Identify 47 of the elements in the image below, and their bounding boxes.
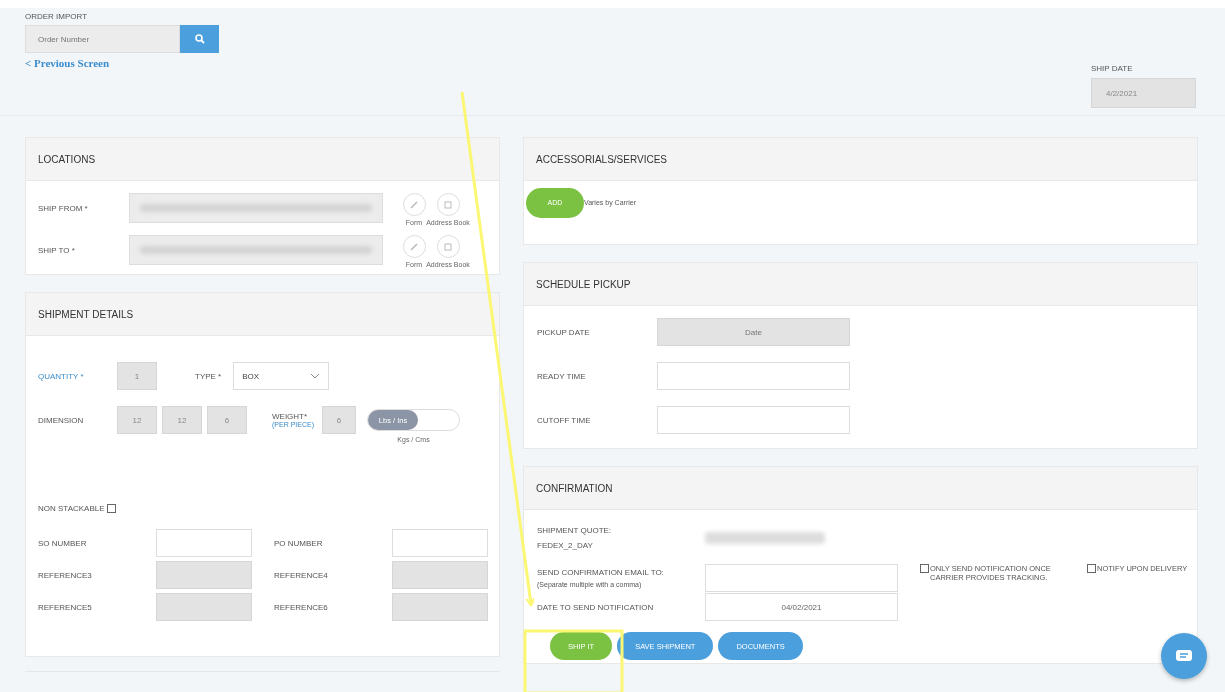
email-field[interactable] [705,564,898,592]
field-label: REFERENCE6 [274,602,329,612]
search-button[interactable] [180,25,219,53]
previous-screen-link[interactable]: < Previous Screen [25,57,219,69]
field-label: DATE TO SEND NOTIFICATION [537,602,655,612]
field-label: PICKUP DATE [537,327,591,337]
order-number-field[interactable]: Order Number [25,25,180,53]
checkbox[interactable] [920,564,929,573]
search-icon [194,34,205,44]
field-label: TYPE * [195,371,222,381]
reference-field[interactable] [156,529,252,557]
address-field[interactable] [129,235,383,265]
pickup-field[interactable] [657,362,850,390]
section-title: SCHEDULE PICKUP [536,278,631,290]
pickup-field[interactable] [657,406,850,434]
checkbox[interactable] [1087,564,1096,573]
field-label: SO NUMBER [38,538,88,548]
ship-date-field[interactable]: 4/2/2021 [1091,78,1196,108]
field-label: REFERENCE4 [274,570,329,580]
address-field[interactable] [129,193,383,223]
field-label: SHIP DATE [1091,64,1134,73]
chat-icon [1175,649,1193,663]
field-label: SHIP FROM * [38,204,89,213]
field-label: PO NUMBER [274,538,324,548]
field-label: QUANTITY * [38,371,85,381]
field-label: WEIGHT* [272,412,309,421]
type-dropdown[interactable]: BOX [233,362,330,390]
section-title: ACCESSORIALS/SERVICES [536,153,667,165]
field-label: CUTOFF TIME [537,415,592,425]
field-label: REFERENCE5 [38,602,93,612]
field-label: READY TIME [537,371,587,381]
service-name: FEDEX_2_DAY [537,541,594,550]
chat-button[interactable] [1161,633,1207,679]
notification-date-field[interactable]: 04/02/2021 [705,593,898,621]
field-label: REFERENCE3 [38,570,93,580]
field-label: SHIPMENT QUOTE: [537,526,613,535]
reference-field[interactable] [392,529,488,557]
section-title: LOCATIONS [38,153,96,165]
checkbox[interactable] [106,504,116,513]
field-label: SEND CONFIRMATION EMAIL TO: [537,568,665,577]
field-label: DIMENSION [38,415,85,425]
section-title: CONFIRMATION [536,482,613,494]
section-title: SHIPMENT DETAILS [38,308,134,320]
field-label: ORDER IMPORT [25,12,89,21]
chevron-icon [310,373,321,379]
field-label: SHIP TO * [38,246,76,255]
field-label: NON STACKABLE [38,504,105,513]
